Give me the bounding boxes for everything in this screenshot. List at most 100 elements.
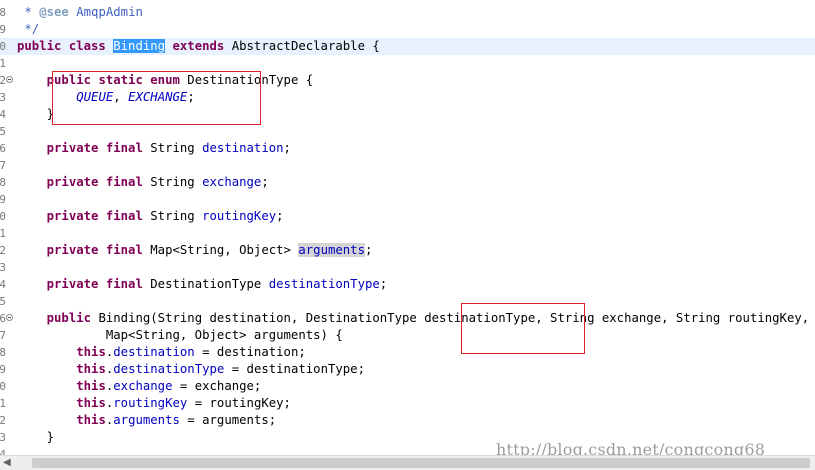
code-token: = routingKey; bbox=[187, 396, 291, 410]
code-line[interactable]: 2 this.arguments = arguments; bbox=[0, 412, 815, 429]
code-line[interactable]: 1 bbox=[0, 225, 815, 242]
line-number: 1 bbox=[0, 397, 6, 410]
code-line[interactable]: 4 private final DestinationType destinat… bbox=[0, 276, 815, 293]
line-number: 8 bbox=[0, 346, 6, 359]
code-token: public bbox=[46, 311, 92, 325]
code-line[interactable]: 1 bbox=[0, 55, 815, 72]
line-number-gutter: 0 bbox=[0, 38, 12, 55]
annotation-box-destination-type-param bbox=[461, 303, 585, 354]
line-number-gutter: 9 bbox=[0, 21, 12, 38]
code-token: } bbox=[17, 430, 55, 444]
line-number: 9 bbox=[0, 363, 6, 376]
line-number: 4 bbox=[0, 448, 6, 455]
code-token: ; bbox=[365, 243, 373, 257]
code-token: exchange bbox=[113, 379, 173, 393]
code-editor[interactable]: 8 * @see AmqpAdmin 9 */0 public class Bind… bbox=[0, 0, 815, 455]
line-number: 8 bbox=[0, 6, 6, 19]
code-token: ; bbox=[283, 141, 291, 155]
code-text: private final DestinationType destinatio… bbox=[17, 276, 388, 293]
code-line[interactable]: 2 private final Map<String, Object> argu… bbox=[0, 242, 815, 259]
code-line[interactable]: 8 this.destination = destination; bbox=[0, 344, 815, 361]
code-line[interactable]: 0 private final String routingKey; bbox=[0, 208, 815, 225]
line-number-gutter: 3 bbox=[0, 259, 12, 276]
code-line[interactable]: 5 bbox=[0, 293, 815, 310]
line-number: 5 bbox=[0, 125, 6, 138]
code-text: private final String destination; bbox=[17, 140, 291, 157]
code-token: routingKey bbox=[113, 396, 188, 410]
code-token: = destination; bbox=[194, 345, 306, 359]
code-text: this.destination = destination; bbox=[17, 344, 306, 361]
code-token: exchange bbox=[202, 175, 262, 189]
line-number-gutter: 5 bbox=[0, 123, 12, 140]
code-line[interactable]: 0 public class Binding extends AbstractDe… bbox=[0, 38, 815, 55]
code-line[interactable]: 1 this.routingKey = routingKey; bbox=[0, 395, 815, 412]
code-line[interactable]: 0 this.exchange = exchange; bbox=[0, 378, 815, 395]
line-number-gutter: 9 bbox=[0, 191, 12, 208]
collapse-fold-icon[interactable] bbox=[6, 314, 13, 321]
code-token: Map<String, Object> bbox=[142, 243, 299, 257]
code-text: private final Map<String, Object> argume… bbox=[17, 242, 372, 259]
code-token: AmqpAdmin bbox=[68, 5, 143, 19]
code-token: destinationType bbox=[113, 362, 225, 376]
code-line[interactable]: 6 private final String destination; bbox=[0, 140, 815, 157]
code-token: this bbox=[76, 413, 106, 427]
code-line[interactable]: 3 bbox=[0, 259, 815, 276]
code-token: DestinationType bbox=[142, 277, 269, 291]
line-number: 3 bbox=[0, 261, 6, 274]
code-token: arguments bbox=[113, 413, 180, 427]
line-number-gutter: 8 bbox=[0, 4, 12, 21]
code-token: } bbox=[17, 107, 55, 121]
code-token: destination bbox=[202, 141, 284, 155]
code-text: } bbox=[17, 106, 54, 123]
collapse-fold-icon[interactable] bbox=[6, 76, 13, 83]
line-number-gutter: 6 bbox=[0, 140, 12, 157]
code-text: * @see AmqpAdmin bbox=[17, 4, 143, 21]
line-number-gutter: 8 bbox=[0, 174, 12, 191]
code-token: this bbox=[76, 379, 106, 393]
line-number-gutter: 7 bbox=[0, 157, 12, 174]
code-token: private final bbox=[46, 209, 143, 223]
code-line[interactable]: 7 Map<String, Object> arguments) { bbox=[0, 327, 815, 344]
code-line[interactable]: 9 bbox=[0, 191, 815, 208]
scrollbar-thumb[interactable] bbox=[32, 458, 810, 468]
code-line[interactable]: 5 bbox=[0, 123, 815, 140]
code-text: this.routingKey = routingKey; bbox=[17, 395, 291, 412]
code-line[interactable]: 8 * @see AmqpAdmin bbox=[0, 4, 815, 21]
line-number: 6 bbox=[0, 142, 6, 155]
annotation-box-enum bbox=[52, 71, 261, 125]
horizontal-scrollbar[interactable]: ◀ bbox=[0, 455, 815, 470]
code-line[interactable]: 7 bbox=[0, 157, 815, 174]
code-line[interactable]: 9 this.destinationType = destinationType… bbox=[0, 361, 815, 378]
line-number: 1 bbox=[0, 57, 6, 70]
code-text: public class Binding extends AbstractDec… bbox=[17, 38, 380, 55]
code-line[interactable]: 6 public Binding(String destination, Des… bbox=[0, 310, 815, 327]
line-number: 9 bbox=[0, 23, 6, 36]
line-number-gutter: 0 bbox=[0, 378, 12, 395]
code-token: routingKey bbox=[202, 209, 277, 223]
line-number: 8 bbox=[0, 176, 6, 189]
code-token: = destinationType; bbox=[224, 362, 365, 376]
code-line[interactable]: 8 private final String exchange; bbox=[0, 174, 815, 191]
code-token: ; bbox=[379, 277, 388, 291]
code-text: private final String exchange; bbox=[17, 174, 269, 191]
code-text: } bbox=[17, 429, 54, 446]
code-text: public Binding(String destination, Desti… bbox=[17, 310, 810, 327]
code-token: ; bbox=[276, 209, 284, 223]
line-number: 2 bbox=[0, 414, 6, 427]
line-number: 0 bbox=[0, 380, 6, 393]
code-line[interactable]: 9 */ bbox=[0, 21, 815, 38]
line-number-gutter: 3 bbox=[0, 429, 12, 446]
code-token: Binding bbox=[113, 39, 166, 53]
code-token: Binding(String destination, DestinationT… bbox=[91, 311, 810, 325]
code-token: ; bbox=[261, 175, 269, 189]
arrow-left-icon[interactable]: ◀ bbox=[3, 458, 13, 468]
code-token: this bbox=[76, 396, 106, 410]
